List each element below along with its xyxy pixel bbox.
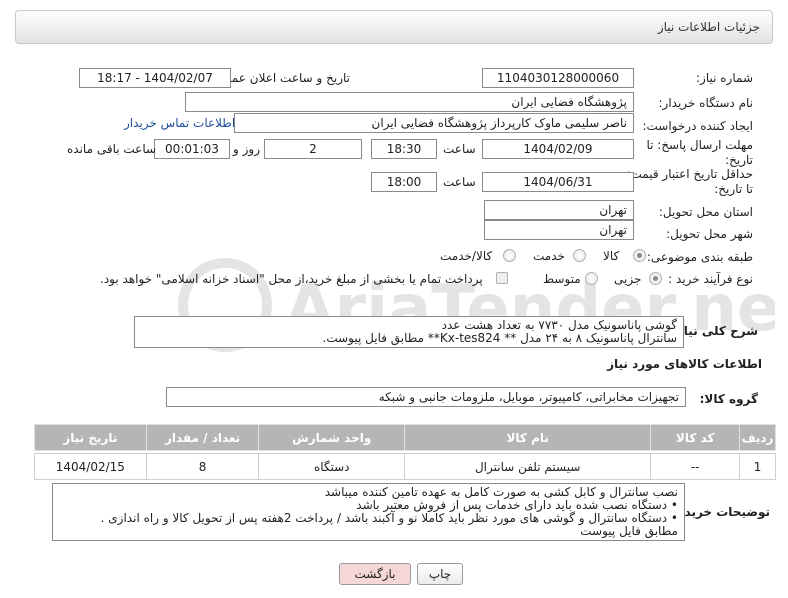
cell-row: 1 xyxy=(739,453,776,480)
province-field: تهران xyxy=(484,200,634,220)
goods-section-title: اطلاعات کالاهای مورد نیاز xyxy=(607,357,762,371)
col-date: تاریخ نیاز xyxy=(34,424,147,451)
remaining-label: ساعت باقی مانده xyxy=(67,142,157,156)
province-label: استان محل تحویل: xyxy=(658,205,753,219)
buyer-contact-link[interactable]: اطلاعات تماس خریدار xyxy=(124,116,235,130)
category-option-goods-service: کالا/خدمت xyxy=(440,249,493,263)
buyer-org-label: نام دستگاه خریدار: xyxy=(658,96,754,110)
deadline-label: مهلت ارسال پاسخ: تا xyxy=(646,138,753,152)
need-number-label: شماره نیاز: xyxy=(696,71,753,85)
category-label: طبقه بندی موضوعی: xyxy=(646,250,753,264)
buyer-note-line-4: مطابق فایل پیوست xyxy=(580,524,678,538)
deadline-date-field: 1404/02/09 xyxy=(482,139,634,159)
city-label: شهر محل تحویل: xyxy=(666,227,753,241)
buyer-org-field: پژوهشگاه فضایی ایران xyxy=(185,92,634,112)
col-qty: تعداد / مقدار xyxy=(145,424,260,451)
back-button[interactable]: بازگشت xyxy=(339,563,411,585)
cell-name: سیستم تلفن سانترال xyxy=(404,453,652,480)
category-radio-service[interactable] xyxy=(573,249,586,262)
category-option-goods: کالا xyxy=(603,249,620,263)
days-field: 2 xyxy=(264,139,362,159)
description-line-2: سانترال پاناسونیک ۸ به ۲۴ مدل ** Kx-tes8… xyxy=(322,331,677,345)
purchase-type-label: نوع فرآیند خرید : xyxy=(668,272,753,286)
validity-date-field: 1404/06/31 xyxy=(482,172,634,192)
print-button[interactable]: چاپ xyxy=(417,563,463,585)
city-field: تهران xyxy=(484,220,634,240)
description-label: شرح کلی نیاز: xyxy=(672,324,758,338)
cell-unit: دستگاه xyxy=(258,453,406,480)
validity-time-field: 18:00 xyxy=(371,172,437,192)
purchase-radio-minor[interactable] xyxy=(649,272,662,285)
panel-header: جزئیات اطلاعات نیاز xyxy=(15,10,773,44)
purchase-option-minor: جزیی xyxy=(614,272,642,286)
deadline-time-label: ساعت xyxy=(443,142,476,156)
col-row: ردیف xyxy=(739,424,776,451)
col-code: کد کالا xyxy=(650,424,741,451)
cell-qty: 8 xyxy=(145,453,260,480)
announce-field: 1404/02/07 - 18:17 xyxy=(79,68,231,88)
category-radio-goods-service[interactable] xyxy=(503,249,516,262)
category-option-service: خدمت xyxy=(533,249,565,263)
validity-time-label: ساعت xyxy=(443,175,476,189)
deadline-label-date: تاریخ: xyxy=(725,153,753,167)
deadline-time-field: 18:30 xyxy=(371,139,437,159)
goods-table-header: ردیف کد کالا نام کالا واحد شمارش تعداد /… xyxy=(34,424,776,451)
purchase-option-medium: متوسط xyxy=(543,272,581,286)
description-box: گوشی پاناسونیک مدل ۷۷۳۰ به تعداد هشت عدد… xyxy=(134,316,684,348)
category-radio-goods[interactable] xyxy=(633,249,646,262)
validity-label-date: تا تاریخ: xyxy=(714,182,753,196)
col-name: نام کالا xyxy=(404,424,652,451)
treasury-payment-note: پرداخت تمام یا بخشی از مبلغ خرید،از محل … xyxy=(100,272,483,286)
creator-field: ناصر سلیمی ماوک کارپرداز پژوهشگاه فضایی … xyxy=(234,113,634,133)
need-number-field: 1104030128000060 xyxy=(482,68,634,88)
page-title: جزئیات اطلاعات نیاز xyxy=(657,20,760,34)
treasury-payment-checkbox[interactable] xyxy=(496,272,508,284)
purchase-radio-medium[interactable] xyxy=(585,272,598,285)
validity-label: حداقل تاریخ اعتبار قیمت: xyxy=(626,167,753,181)
creator-label: ایجاد کننده درخواست: xyxy=(642,119,753,133)
days-label: روز و xyxy=(233,142,260,156)
goods-group-field: تجهیزات مخابراتی، کامپیوتر، موبایل، ملزو… xyxy=(166,387,686,407)
buyer-notes-box: نصب سانترال و کابل کشی به صورت کامل به ع… xyxy=(52,483,685,541)
cell-code: -- xyxy=(650,453,741,480)
cell-date: 1404/02/15 xyxy=(34,453,147,480)
goods-group-label: گروه کالا: xyxy=(699,392,758,406)
col-unit: واحد شمارش xyxy=(258,424,406,451)
goods-table: ردیف کد کالا نام کالا واحد شمارش تعداد /… xyxy=(34,424,776,480)
remaining-time-field: 00:01:03 xyxy=(154,139,230,159)
table-row: 1 -- سیستم تلفن سانترال دستگاه 8 1404/02… xyxy=(34,453,776,480)
